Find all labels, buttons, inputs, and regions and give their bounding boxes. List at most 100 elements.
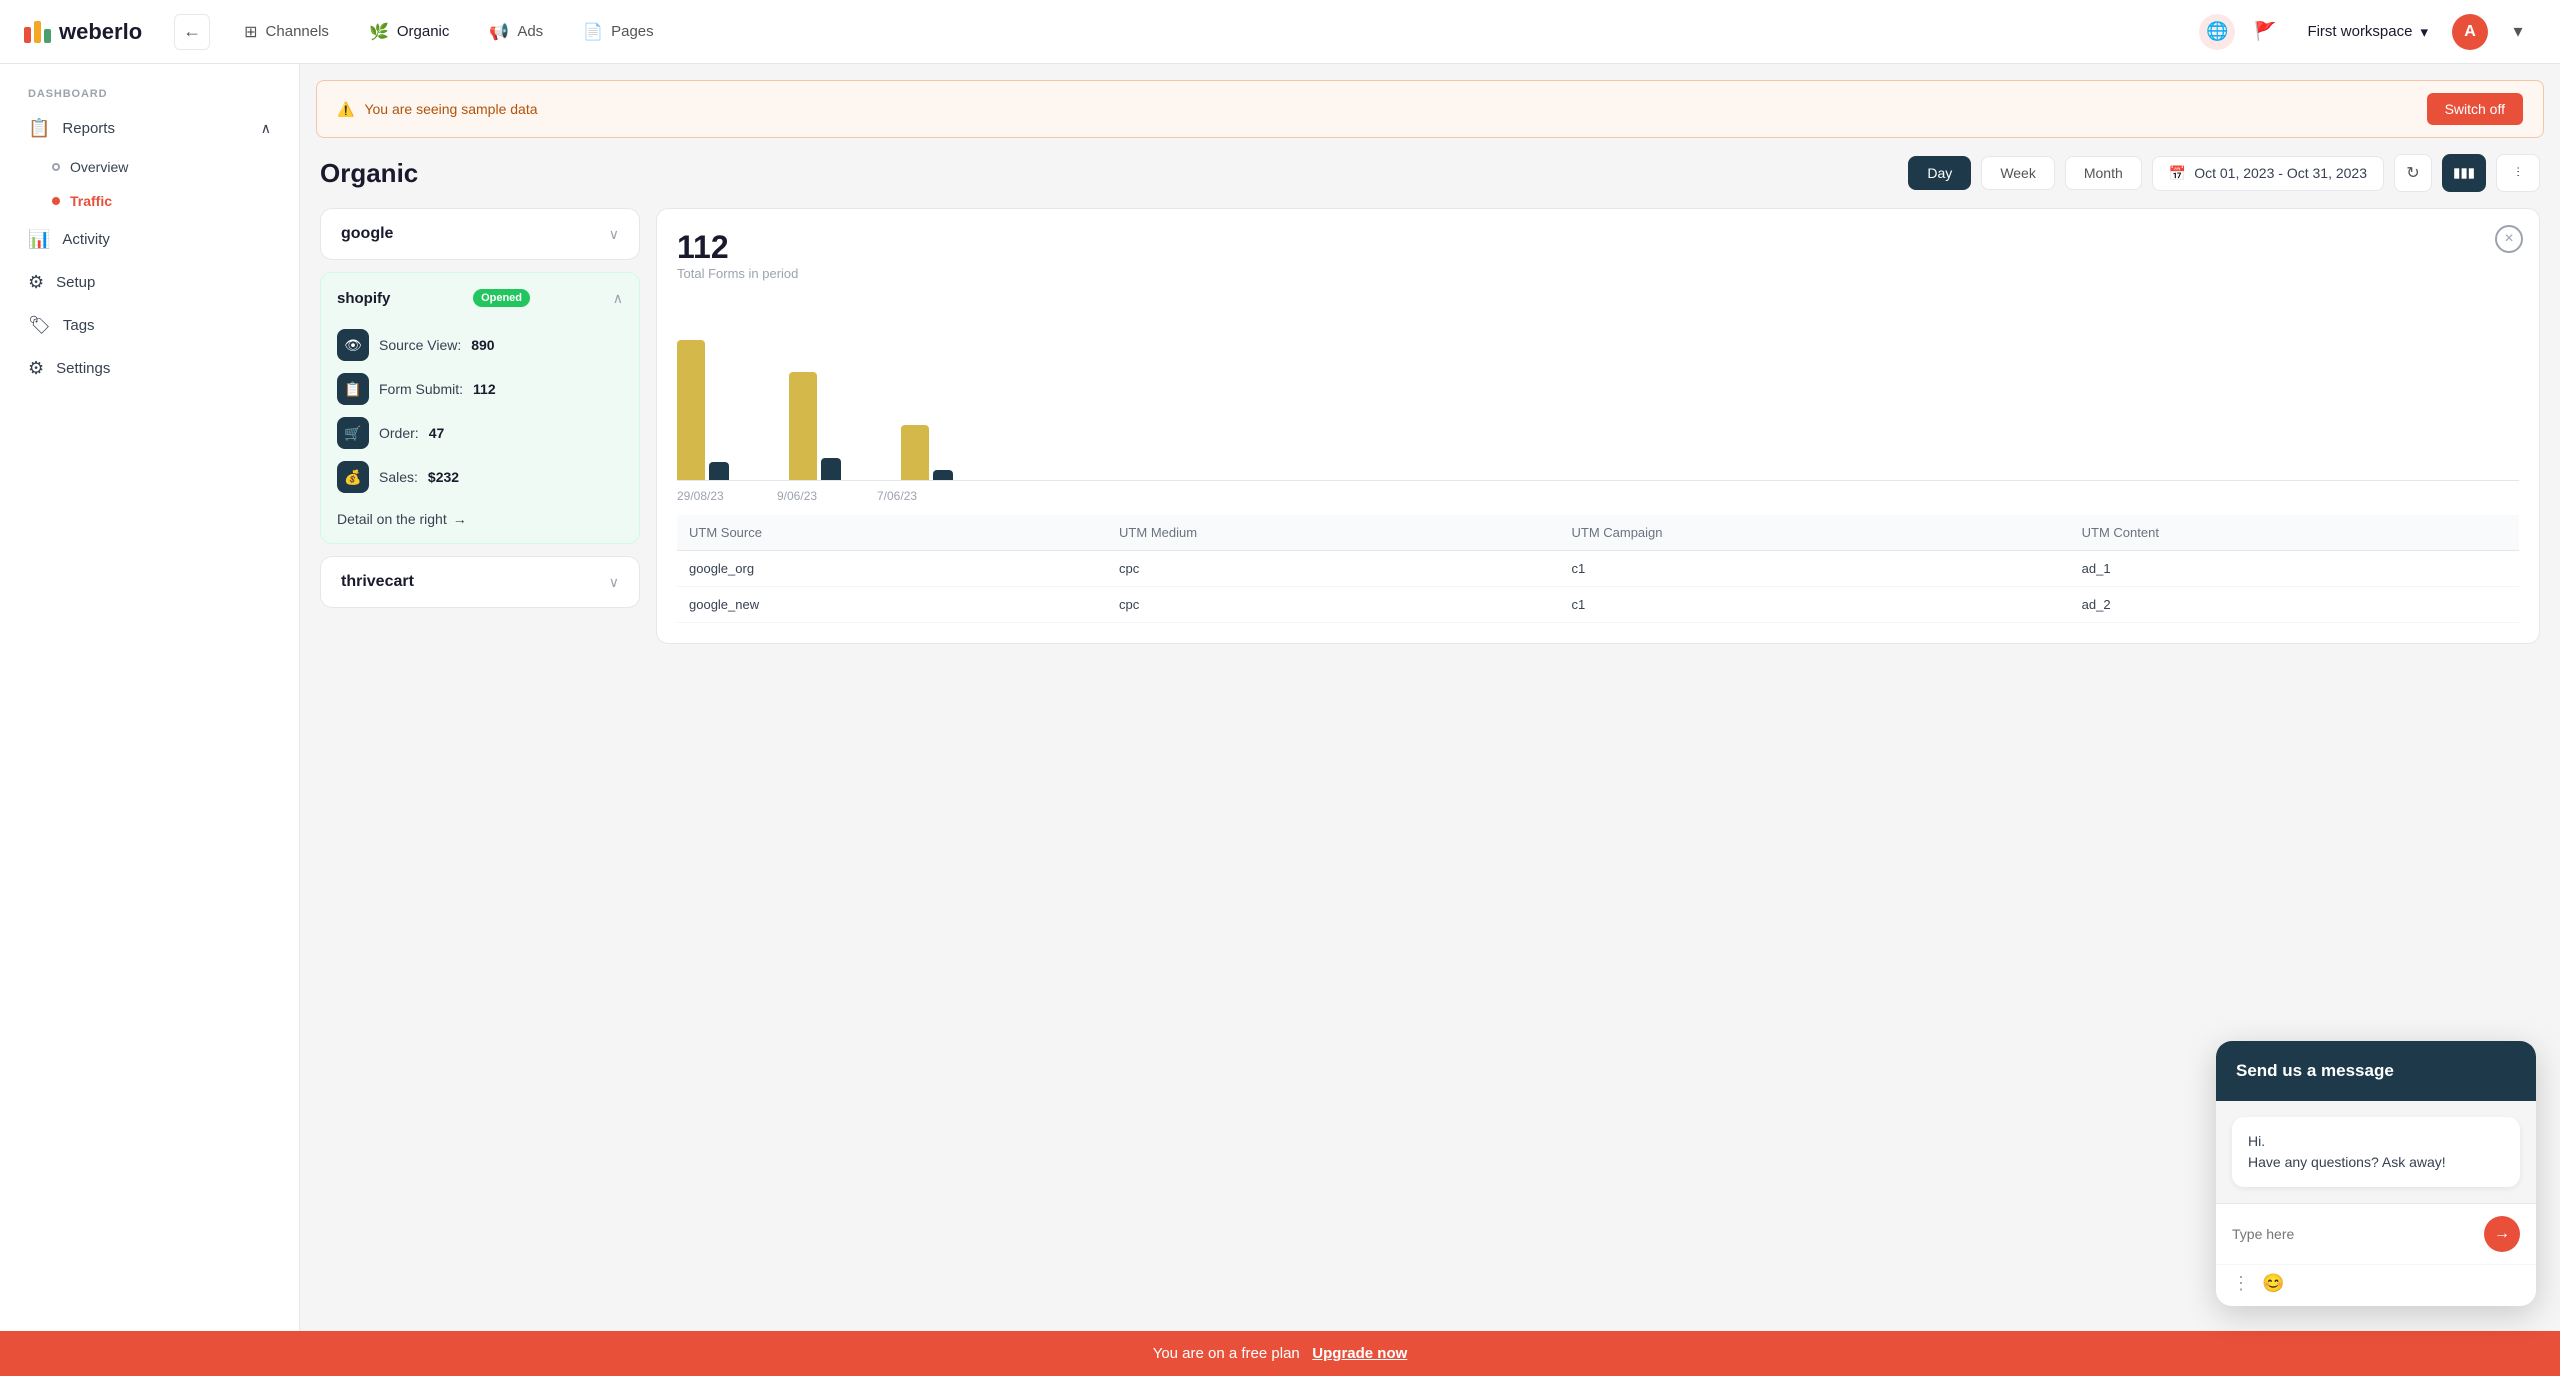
- sidebar-item-traffic[interactable]: Traffic: [16, 185, 283, 217]
- sidebar-item-overview[interactable]: Overview: [16, 151, 283, 183]
- calendar-icon: 📅: [2169, 165, 2186, 182]
- switch-off-button[interactable]: Switch off: [2427, 93, 2523, 125]
- order-label: Order:: [379, 425, 419, 441]
- chart-label-3: 7/06/23: [877, 489, 937, 503]
- sidebar-section-label: DASHBOARD: [16, 88, 283, 100]
- reports-label: Reports: [62, 120, 115, 137]
- period-day-button[interactable]: Day: [1908, 156, 1971, 190]
- chat-send-button[interactable]: →: [2484, 1216, 2520, 1252]
- thrivecart-source-header[interactable]: thrivecart ∨: [321, 557, 639, 607]
- nav-right: 🌐 🚩 First workspace ▾ A ▾: [2199, 14, 2536, 50]
- sidebar-item-setup[interactable]: ⚙ Setup: [16, 262, 283, 303]
- chat-message-text: Hi.Have any questions? Ask away!: [2248, 1133, 2446, 1170]
- bar-chart-view-button[interactable]: ▮▮▮: [2442, 154, 2486, 192]
- bar-dark-1: [709, 462, 729, 480]
- chart-label-2: 9/06/23: [777, 489, 837, 503]
- detail-link[interactable]: Detail on the right →: [337, 511, 623, 527]
- bar-chart: 29/08/23 9/06/23 7/06/23: [677, 301, 2519, 503]
- thrivecart-source-name: thrivecart: [341, 573, 414, 591]
- row2-content: ad_2: [2070, 587, 2519, 623]
- shopify-header: shopify Opened ∧: [337, 289, 623, 307]
- page-header: Organic Day Week Month 📅 Oct 01, 2023 - …: [300, 154, 2560, 208]
- close-chart-button[interactable]: ×: [2495, 225, 2523, 253]
- sidebar: DASHBOARD 📋 Reports ∧ Overview Traffic 📊…: [0, 64, 300, 1376]
- bottom-banner-text: You are on a free plan: [1153, 1345, 1300, 1362]
- thrivecart-source-card: thrivecart ∨: [320, 556, 640, 608]
- opened-badge: Opened: [473, 289, 530, 307]
- globe-button[interactable]: 🌐: [2199, 14, 2235, 50]
- settings-icon: ⚙: [28, 358, 44, 379]
- tab-pages[interactable]: 📄 Pages: [565, 12, 671, 52]
- bar-dark-2: [821, 458, 841, 480]
- refresh-icon: ↻: [2406, 163, 2419, 183]
- chat-input[interactable]: [2232, 1226, 2484, 1242]
- order-metric: 🛒 Order: 47: [337, 411, 623, 455]
- emoji-icon[interactable]: 😊: [2262, 1273, 2284, 1294]
- account-chevron[interactable]: ▾: [2500, 14, 2536, 50]
- chart-label-1: 29/08/23: [677, 489, 737, 503]
- traffic-label: Traffic: [70, 193, 112, 209]
- bar-yellow-1: [677, 340, 705, 480]
- tab-channels[interactable]: ⊞ Channels: [226, 12, 347, 52]
- tags-icon: 🏷: [28, 315, 51, 336]
- bar-group-1: [677, 340, 729, 480]
- upgrade-link[interactable]: Upgrade now: [1312, 1345, 1407, 1362]
- right-panel: × 112 Total Forms in period: [656, 208, 2540, 644]
- source-view-metric: 👁 Source View: 890: [337, 323, 623, 367]
- activity-label: Activity: [62, 231, 110, 248]
- back-button[interactable]: ←: [174, 14, 210, 50]
- bar-chart-bars: [677, 301, 2519, 481]
- bar-chart-icon: ▮▮▮: [2453, 165, 2475, 181]
- detail-link-text: Detail on the right: [337, 511, 447, 527]
- google-chevron-icon: ∨: [609, 226, 619, 243]
- tab-ads[interactable]: 📢 Ads: [471, 12, 561, 52]
- sidebar-item-tags[interactable]: 🏷 Tags: [16, 305, 283, 346]
- tab-organic[interactable]: 🌿 Organic: [351, 12, 467, 52]
- workspace-name: First workspace: [2307, 23, 2412, 40]
- flag-button[interactable]: 🚩: [2247, 14, 2283, 50]
- google-source-header[interactable]: google ∨: [321, 209, 639, 259]
- logo-bar-orange: [34, 21, 41, 43]
- chat-widget: Send us a message Hi.Have any questions?…: [2216, 1041, 2536, 1306]
- activity-icon: 📊: [28, 229, 50, 250]
- tags-label: Tags: [63, 317, 95, 334]
- period-week-button[interactable]: Week: [1981, 156, 2055, 190]
- sample-banner-text: ⚠️ You are seeing sample data: [337, 101, 538, 118]
- row1-source: google_org: [677, 551, 1107, 587]
- chat-header-text: Send us a message: [2236, 1061, 2516, 1081]
- table-row: google_new cpc c1 ad_2: [677, 587, 2519, 623]
- logo-bar-green: [44, 29, 51, 43]
- close-icon: ×: [2504, 230, 2513, 248]
- date-range-button[interactable]: 📅 Oct 01, 2023 - Oct 31, 2023: [2152, 156, 2384, 191]
- reports-icon: 📋: [28, 118, 50, 139]
- chart-x-labels: 29/08/23 9/06/23 7/06/23: [677, 489, 2519, 503]
- refresh-button[interactable]: ↻: [2394, 154, 2432, 192]
- sales-icon: 💰: [337, 461, 369, 493]
- workspace-chevron-icon: ▾: [2420, 23, 2428, 41]
- sample-data-banner: ⚠️ You are seeing sample data Switch off: [316, 80, 2544, 138]
- avatar[interactable]: A: [2452, 14, 2488, 50]
- shopify-name: shopify: [337, 290, 390, 307]
- tab-pages-label: Pages: [611, 23, 654, 40]
- reports-chevron-icon: ∧: [261, 120, 271, 137]
- row2-medium: cpc: [1107, 587, 1559, 623]
- sidebar-item-activity[interactable]: 📊 Activity: [16, 219, 283, 260]
- line-chart-view-button[interactable]: ⫶: [2496, 154, 2540, 192]
- workspace-selector[interactable]: First workspace ▾: [2295, 17, 2440, 47]
- sales-value: $232: [428, 469, 459, 485]
- more-options-icon[interactable]: ⋮: [2232, 1273, 2250, 1294]
- chat-footer: ⋮ 😊: [2216, 1264, 2536, 1306]
- utm-table: UTM Source UTM Medium UTM Campaign UTM C…: [677, 515, 2519, 623]
- form-submit-metric: 📋 Form Submit: 112: [337, 367, 623, 411]
- utm-medium-header: UTM Medium: [1107, 515, 1559, 551]
- period-month-button[interactable]: Month: [2065, 156, 2142, 190]
- thrivecart-chevron-icon: ∨: [609, 574, 619, 591]
- sidebar-item-settings[interactable]: ⚙ Settings: [16, 348, 283, 389]
- bar-yellow-2: [789, 372, 817, 480]
- date-range-text: Oct 01, 2023 - Oct 31, 2023: [2194, 165, 2367, 181]
- sidebar-item-reports[interactable]: 📋 Reports ∧: [16, 108, 283, 149]
- nav-tabs: ⊞ Channels 🌿 Organic 📢 Ads 📄 Pages: [226, 12, 2199, 52]
- shopify-chevron-icon: ∧: [613, 290, 623, 307]
- pages-icon: 📄: [583, 22, 603, 42]
- row1-medium: cpc: [1107, 551, 1559, 587]
